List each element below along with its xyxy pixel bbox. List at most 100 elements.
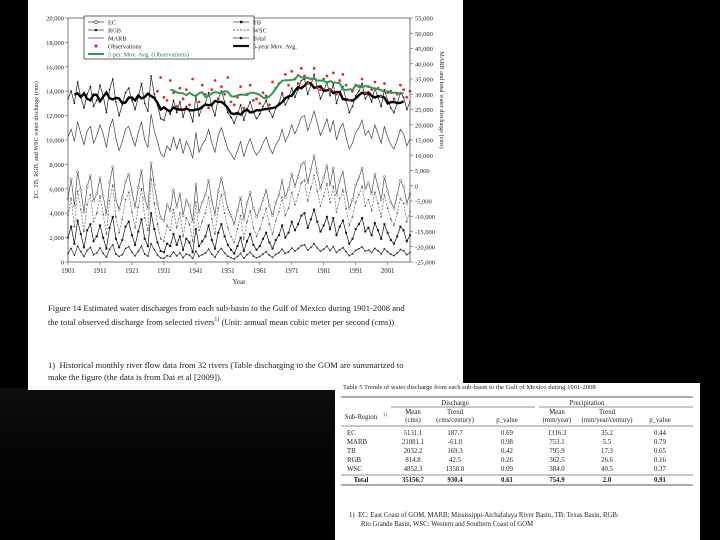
point-tb (130, 234, 133, 237)
point-total (265, 99, 268, 102)
point-tb (373, 221, 376, 224)
table-cell-mean: 4852.3 (404, 466, 423, 473)
point-ec (108, 181, 111, 185)
point-total (175, 111, 178, 114)
point-wsc (182, 235, 184, 238)
point-wsc (210, 218, 213, 221)
point-wsc (361, 185, 363, 188)
point-wsc (118, 231, 121, 234)
point-wsc (294, 203, 296, 206)
legend-marker-tb (240, 20, 243, 24)
point-ec (204, 193, 207, 197)
point-rgb (185, 253, 188, 255)
point-tb (402, 229, 405, 232)
point-rgb (274, 253, 277, 256)
figure-panel: 20,000 18,000 16,000 14,000 12,000 10,000 8,00… (28, 0, 463, 390)
point-ec (312, 154, 316, 158)
point-wsc (159, 237, 162, 240)
point-rgb (249, 251, 252, 254)
point-rgb (111, 244, 114, 246)
point-tb (357, 223, 360, 226)
point-total (86, 93, 89, 96)
point-wsc (348, 224, 351, 227)
y-right-tick-label: 10,000 (415, 153, 433, 160)
table-cell-trend: 1358.0 (446, 466, 465, 473)
point-wsc (102, 213, 105, 216)
point-ec (290, 172, 294, 176)
point-total (271, 116, 274, 119)
point-rgb (217, 250, 220, 253)
point-tb (316, 220, 319, 223)
point-wsc (249, 209, 252, 212)
point-tb (162, 251, 165, 254)
point-wsc (242, 237, 245, 240)
point-observations (168, 79, 172, 82)
point-observations (280, 92, 284, 96)
table-header-subregion-sup: 1) (383, 412, 387, 417)
table-cell-mean: 2032.2 (404, 448, 423, 455)
point-ec (258, 208, 262, 211)
point-rgb (191, 257, 194, 260)
point-ec (156, 202, 159, 205)
point-rgb (325, 245, 328, 248)
point-wsc (89, 194, 92, 196)
point-ec (351, 198, 354, 202)
point-ec (172, 188, 175, 192)
point-rgb (79, 250, 82, 253)
point-tb (102, 236, 105, 239)
point-wsc (290, 191, 293, 194)
point-ec (293, 185, 297, 188)
point-rgb (290, 247, 293, 249)
point-wsc (172, 208, 175, 211)
point-wsc (185, 217, 188, 219)
point-rgb (150, 242, 153, 245)
point-total (73, 102, 76, 105)
note-line-1: 1) Historical monthly river flow data fr… (48, 359, 460, 371)
point-ec (207, 178, 210, 182)
point-total (76, 81, 79, 83)
table-header-trend-mm-unit: (mm/year/century) (582, 417, 633, 424)
point-ec (76, 170, 79, 174)
table-cell-pmean: 362.5 (549, 457, 565, 464)
table-cell-pp: 0.16 (654, 457, 666, 464)
point-ec (130, 189, 134, 193)
point-ec (69, 177, 73, 181)
point-wsc (297, 194, 300, 196)
point-rgb (386, 250, 389, 253)
point-tb (396, 235, 399, 238)
point-wsc (162, 240, 165, 243)
table-cell-trend: 169.3 (447, 448, 463, 455)
point-rgb (83, 255, 85, 258)
caption-line-2-unit: (Unit: annual mean cubic meter per secon… (219, 316, 395, 327)
point-wsc (310, 186, 312, 189)
point-wsc (396, 212, 399, 215)
point-rgb (118, 255, 121, 258)
table-cell-p: 0.26 (501, 457, 513, 464)
table-cell-ptrend: 5.5 (603, 439, 612, 446)
point-ec (140, 169, 143, 172)
table-cell-total-ptrend: 2.0 (603, 477, 612, 484)
point-wsc (214, 233, 216, 235)
table-group-discharge: Discharge (441, 400, 468, 407)
point-wsc (281, 196, 284, 199)
point-ec (223, 192, 226, 196)
point-wsc (268, 223, 271, 226)
legend-label-wsc: WSC (253, 27, 267, 34)
series-line-ec (67, 155, 411, 226)
point-ec (242, 217, 246, 221)
point-total (335, 102, 338, 105)
point-total (89, 85, 92, 88)
point-observations (328, 88, 332, 92)
point-rgb (258, 255, 261, 258)
point-observations (220, 85, 223, 89)
point-rgb (182, 256, 184, 259)
point-wsc (121, 218, 124, 221)
point-observations (159, 76, 163, 79)
point-tb (293, 229, 296, 232)
point-tb (364, 230, 367, 233)
point-observations (405, 95, 409, 99)
point-observations (200, 83, 204, 87)
point-tb (172, 232, 175, 235)
point-total (178, 100, 181, 103)
point-tb (140, 218, 143, 221)
